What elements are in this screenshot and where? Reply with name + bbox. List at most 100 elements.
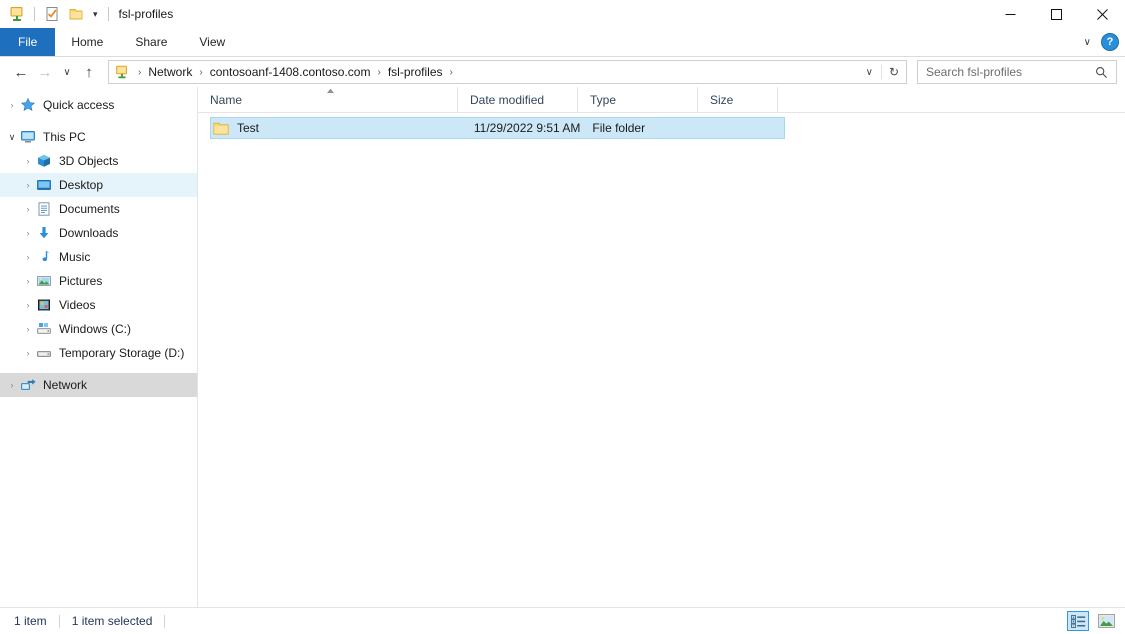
sidebar-item-documents[interactable]: › Documents: [0, 197, 197, 221]
breadcrumb-server[interactable]: contosoanf-1408.contoso.com: [207, 65, 374, 79]
sidebar-item-temporary-storage-d[interactable]: › Temporary Storage (D:): [0, 341, 197, 365]
sidebar-item-pictures[interactable]: › Pictures: [0, 269, 197, 293]
chevron-right-icon[interactable]: ›: [20, 317, 36, 341]
address-dropdown-icon[interactable]: ∨: [858, 67, 881, 78]
sidebar-item-label: Pictures: [59, 274, 102, 288]
close-button[interactable]: [1079, 0, 1125, 28]
table-row[interactable]: Test 11/29/2022 9:51 AM File folder: [210, 117, 785, 139]
sidebar-item-label: This PC: [43, 130, 86, 144]
sidebar-item-videos[interactable]: › Videos: [0, 293, 197, 317]
tab-file[interactable]: File: [0, 28, 55, 56]
chevron-right-icon[interactable]: ›: [20, 197, 36, 221]
sidebar-item-music[interactable]: › Music: [0, 245, 197, 269]
chevron-right-icon[interactable]: ›: [20, 221, 36, 245]
sort-ascending-icon: [326, 88, 335, 96]
toolbar-separator: [34, 7, 35, 21]
window-controls: [987, 0, 1125, 28]
file-list-pane: Name Date modified Type Size: [198, 87, 1125, 607]
tab-share[interactable]: Share: [119, 28, 183, 56]
sidebar-item-downloads[interactable]: › Downloads: [0, 221, 197, 245]
back-button[interactable]: ←: [10, 61, 32, 83]
minimize-button[interactable]: [987, 0, 1033, 28]
quick-access-toolbar: ▾: [0, 0, 111, 28]
ribbon-right-controls: ∨ ?: [1084, 28, 1119, 56]
column-header-size[interactable]: Size: [698, 87, 778, 112]
ribbon-tab-bar: File Home Share View ∨ ?: [0, 28, 1125, 57]
expand-ribbon-icon[interactable]: ∨: [1084, 37, 1091, 48]
chevron-right-icon[interactable]: ›: [20, 149, 36, 173]
refresh-icon[interactable]: ↻: [881, 65, 906, 79]
sidebar-item-network[interactable]: › Network: [0, 373, 197, 397]
file-name-cell[interactable]: Test: [211, 121, 468, 135]
forward-button[interactable]: →: [34, 61, 56, 83]
column-header-label: Date modified: [470, 93, 544, 107]
status-separator: [59, 615, 60, 628]
recent-locations-button[interactable]: ∨: [58, 61, 76, 83]
breadcrumb-separator-0[interactable]: ›: [134, 67, 145, 78]
breadcrumb-share[interactable]: fsl-profiles: [385, 65, 446, 79]
chevron-down-icon[interactable]: ▾: [91, 10, 100, 19]
tab-home[interactable]: Home: [55, 28, 119, 56]
search-icon[interactable]: [1095, 66, 1116, 79]
properties-icon[interactable]: [43, 5, 61, 23]
chevron-right-icon[interactable]: ›: [20, 269, 36, 293]
toolbar-separator-2: [108, 7, 109, 21]
monitor-icon: [20, 129, 36, 145]
sidebar-item-label: Downloads: [59, 226, 118, 240]
downloads-icon: [36, 225, 52, 241]
breadcrumb-network[interactable]: Network: [145, 65, 195, 79]
sidebar-gap-1: [0, 117, 197, 125]
breadcrumb-separator-3[interactable]: ›: [446, 67, 457, 78]
chevron-right-icon[interactable]: ›: [20, 245, 36, 269]
window-title: fsl-profiles: [119, 7, 174, 21]
sidebar-item-label: Windows (C:): [59, 322, 131, 336]
drive-icon: [36, 321, 52, 337]
folder-icon: [213, 121, 229, 135]
breadcrumb-separator-1[interactable]: ›: [195, 67, 206, 78]
breadcrumb-separator-2[interactable]: ›: [373, 67, 384, 78]
chevron-down-icon[interactable]: ∨: [4, 125, 20, 149]
chevron-right-icon[interactable]: ›: [20, 341, 36, 365]
documents-icon: [36, 201, 52, 217]
chevron-right-icon[interactable]: ›: [4, 93, 20, 117]
drive-icon: [36, 345, 52, 361]
chevron-right-icon[interactable]: ›: [4, 373, 20, 397]
maximize-button[interactable]: [1033, 0, 1079, 28]
sidebar-item-windows-c[interactable]: › Windows (C:): [0, 317, 197, 341]
chevron-right-icon[interactable]: ›: [20, 173, 36, 197]
column-header-name[interactable]: Name: [198, 87, 458, 112]
search-box[interactable]: Search fsl-profiles: [917, 60, 1117, 84]
navigation-pane: › Quick access ∨ This PC: [0, 87, 198, 607]
new-folder-icon[interactable]: [67, 5, 85, 23]
view-mode-buttons: [1067, 611, 1117, 631]
sidebar-item-label: Network: [43, 378, 87, 392]
sidebar-item-label: Temporary Storage (D:): [59, 346, 184, 360]
large-icons-view-button[interactable]: [1095, 611, 1117, 631]
music-icon: [36, 249, 52, 265]
sidebar-item-label: Quick access: [43, 98, 114, 112]
column-header-label: Name: [210, 93, 242, 107]
network-drive-icon[interactable]: [8, 5, 26, 23]
tab-view[interactable]: View: [183, 28, 241, 56]
pictures-icon: [36, 273, 52, 289]
help-icon[interactable]: ?: [1101, 33, 1119, 51]
sidebar-item-label: 3D Objects: [59, 154, 118, 168]
address-bar[interactable]: › Network › contosoanf-1408.contoso.com …: [108, 60, 907, 84]
sidebar-item-label: Videos: [59, 298, 95, 312]
sidebar-item-quick-access[interactable]: › Quick access: [0, 93, 197, 117]
title-bar: ▾ fsl-profiles: [0, 0, 1125, 28]
desktop-icon: [36, 177, 52, 193]
chevron-right-icon[interactable]: ›: [20, 293, 36, 317]
sidebar-item-3d-objects[interactable]: › 3D Objects: [0, 149, 197, 173]
column-header-type[interactable]: Type: [578, 87, 698, 112]
column-header-date-modified[interactable]: Date modified: [458, 87, 578, 112]
details-view-button[interactable]: [1067, 611, 1089, 631]
search-input[interactable]: Search fsl-profiles: [918, 65, 1095, 79]
sidebar-item-desktop[interactable]: › Desktop: [0, 173, 197, 197]
up-button[interactable]: ↑: [78, 61, 100, 83]
sidebar-item-label: Desktop: [59, 178, 103, 192]
sidebar-item-label: Documents: [59, 202, 120, 216]
sidebar-item-this-pc[interactable]: ∨ This PC: [0, 125, 197, 149]
status-bar: 1 item 1 item selected: [0, 607, 1125, 634]
status-separator-2: [164, 615, 165, 628]
